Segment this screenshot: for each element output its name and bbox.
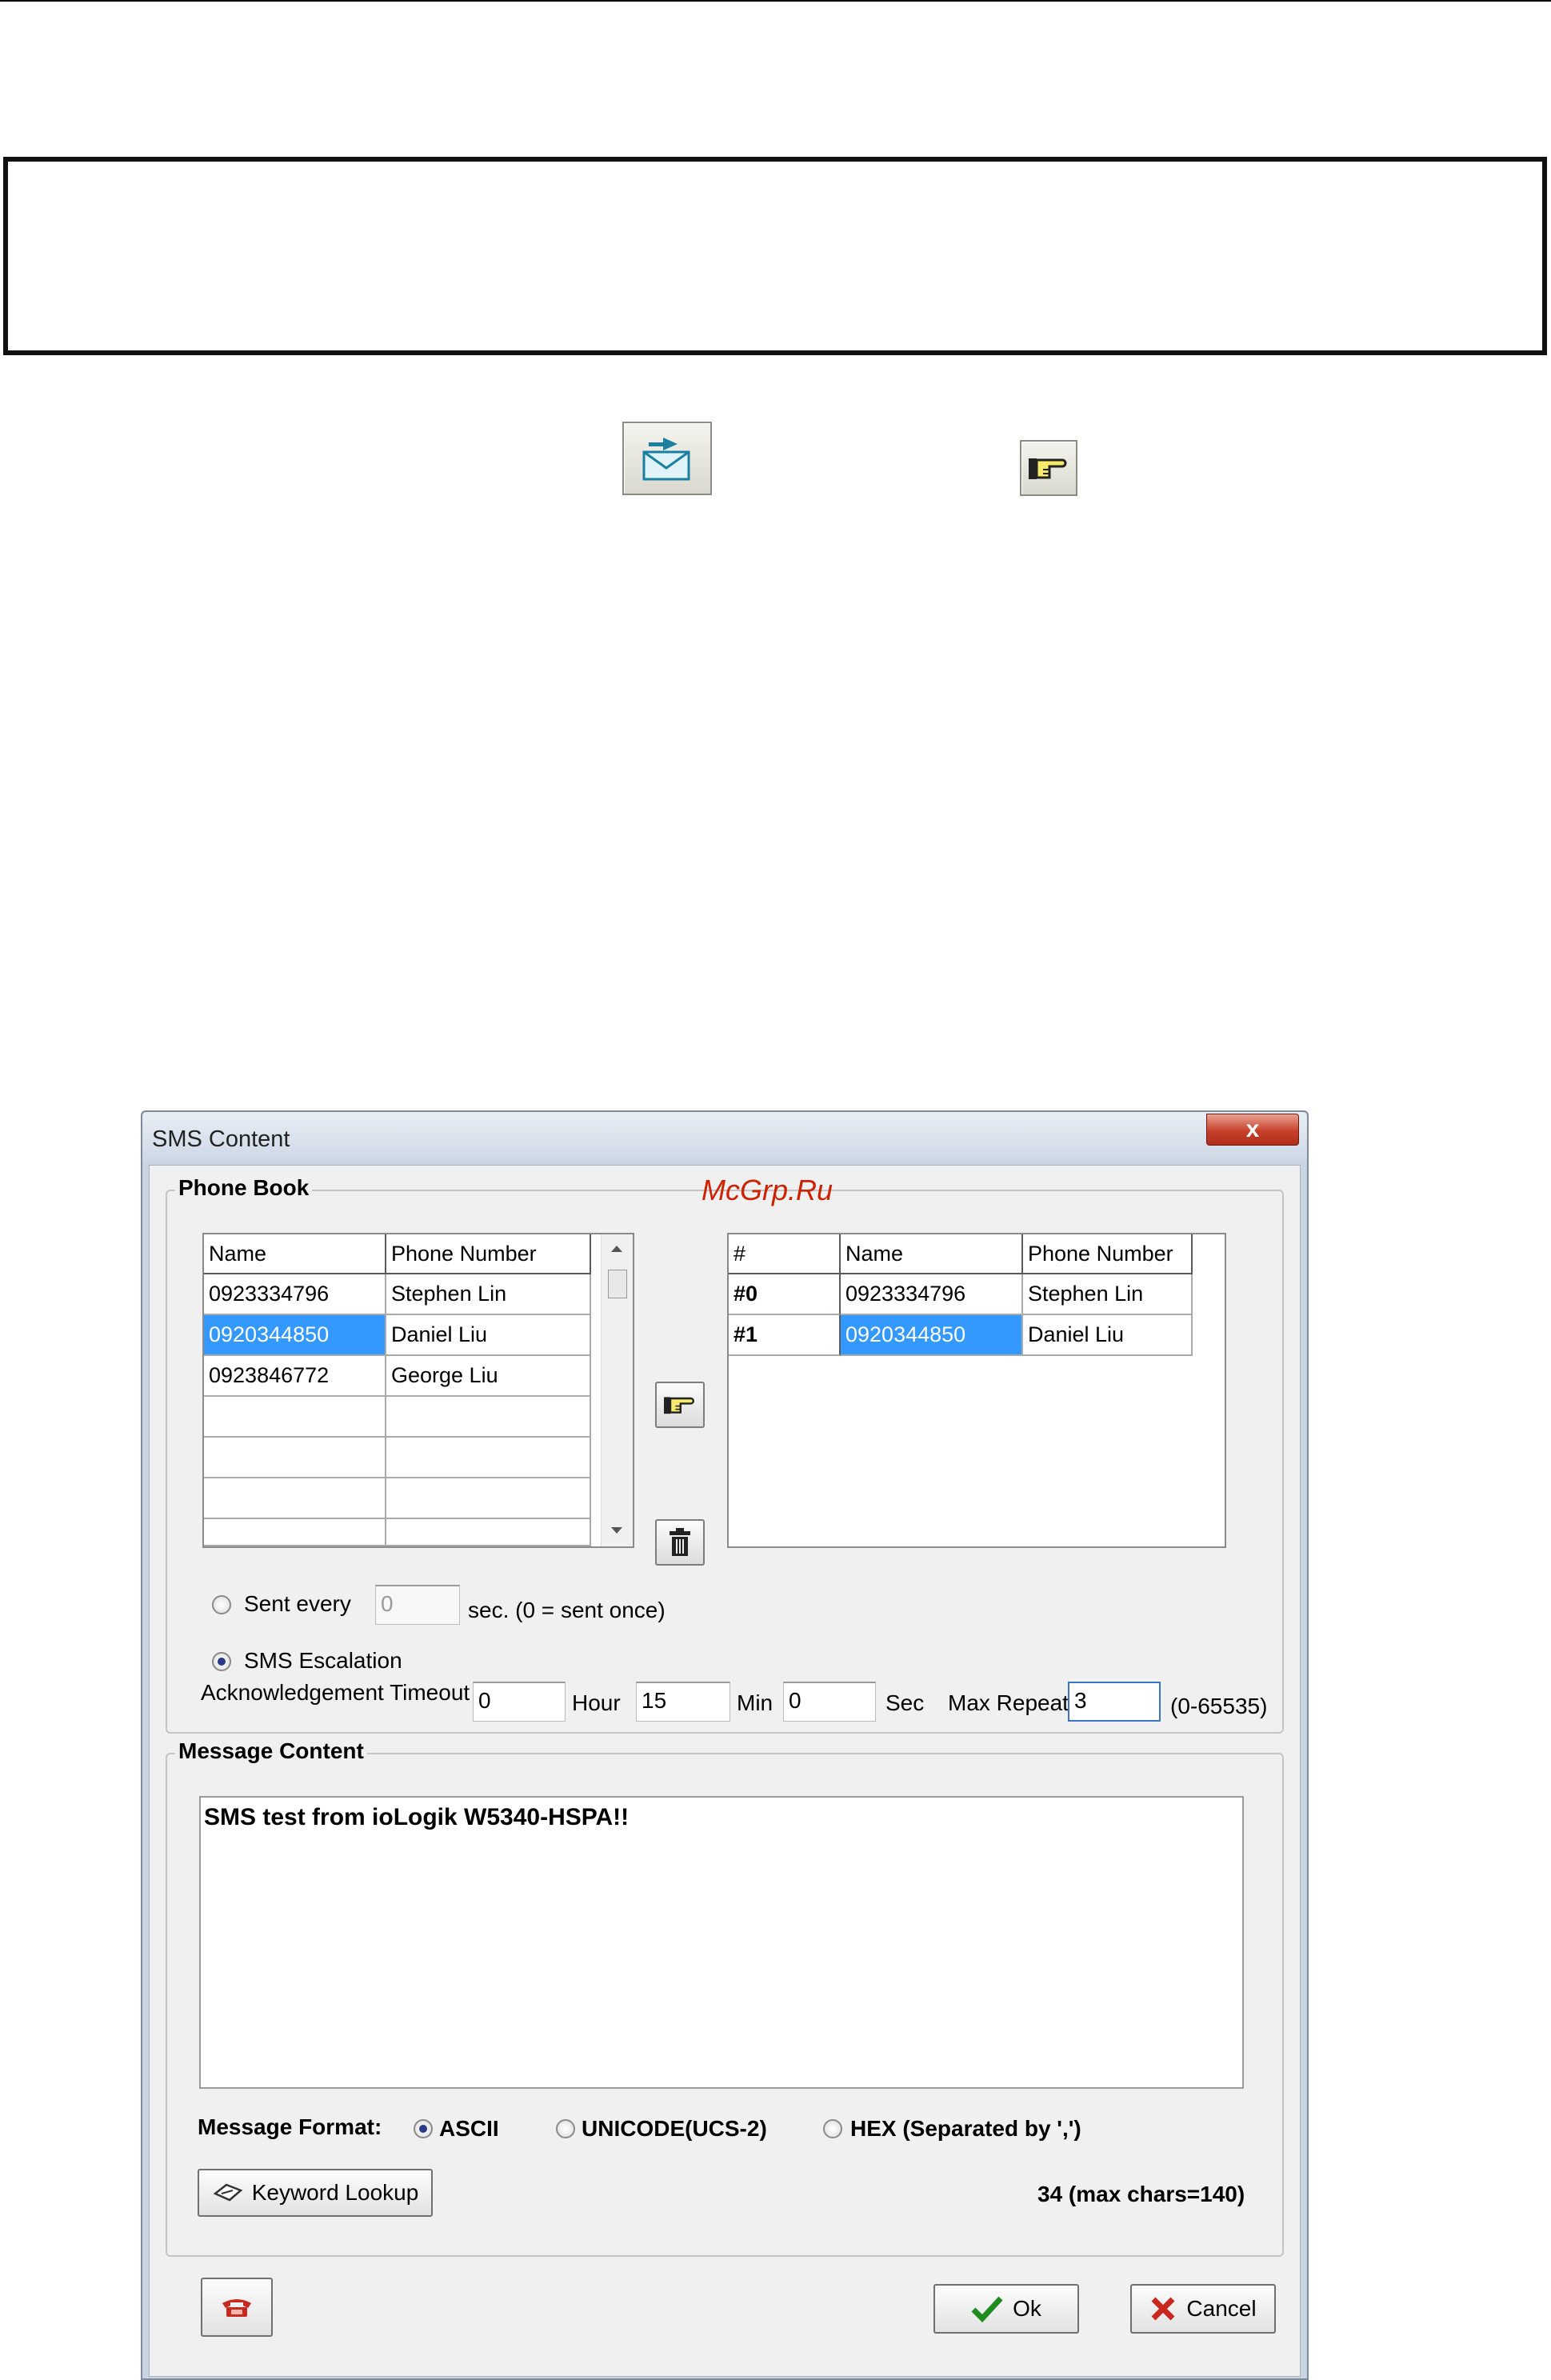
checkmark-icon	[971, 2296, 1003, 2322]
sms-escalation-radio[interactable]	[212, 1652, 231, 1671]
close-button[interactable]: x	[1206, 1114, 1299, 1146]
column-header-number[interactable]: #	[729, 1234, 841, 1274]
recipient-row-1-name[interactable]: 0920344850	[841, 1315, 1023, 1356]
table-row-empty[interactable]	[204, 1438, 386, 1478]
sms-escalation-label: SMS Escalation	[244, 1648, 402, 1673]
hour-label: Hour	[572, 1690, 621, 1715]
keyword-lookup-label: Keyword Lookup	[251, 2180, 419, 2205]
message-format-label: Message Format:	[198, 2114, 382, 2139]
column-header-name[interactable]: Name	[841, 1234, 1023, 1274]
ok-label: Ok	[1013, 2296, 1041, 2321]
max-repeat-label: Max Repeat	[948, 1690, 1069, 1715]
format-hex-label: HEX (Separated by ',')	[850, 2116, 1081, 2141]
table-row-empty[interactable]	[386, 1478, 591, 1519]
phone-book-list[interactable]: Name Phone Number 0923334796 Stephen Lin…	[202, 1233, 634, 1548]
recipient-row-1-phone[interactable]: Daniel Liu	[1023, 1315, 1193, 1356]
format-unicode-label: UNICODE(UCS-2)	[582, 2116, 767, 2141]
message-content-title: Message Content	[175, 1738, 367, 1764]
scroll-up-arrow-icon[interactable]	[611, 1246, 622, 1252]
dialog-body: Phone Book McGrp.Ru Name Phone Number 09…	[149, 1165, 1301, 2377]
cancel-button[interactable]: Cancel	[1130, 2284, 1276, 2334]
table-row-2-name[interactable]: 0923846772	[204, 1356, 386, 1397]
recipient-row-0-index[interactable]: #0	[729, 1274, 841, 1315]
telephone-icon	[222, 2299, 251, 2317]
recipient-list[interactable]: # Name Phone Number #0 0923334796 Stephe…	[727, 1233, 1226, 1548]
sent-every-hint: sec. (0 = sent once)	[468, 1598, 666, 1622]
phone-button[interactable]	[201, 2278, 273, 2337]
sent-every-input[interactable]: 0	[375, 1585, 460, 1625]
table-row-2-phone[interactable]: George Liu	[386, 1356, 591, 1397]
table-row-empty[interactable]	[386, 1438, 591, 1478]
message-textarea[interactable]: SMS test from ioLogik W5340-HSPA!!	[199, 1796, 1244, 2089]
column-header-phone-number[interactable]: Phone Number	[386, 1234, 591, 1274]
phone-book-title: Phone Book	[175, 1175, 313, 1201]
char-count: 34 (max chars=140)	[1037, 2182, 1245, 2206]
min-label: Min	[737, 1690, 774, 1715]
keyword-lookup-icon	[213, 2183, 243, 2202]
sms-content-dialog: SMS Content x Phone Book McGrp.Ru Name P…	[141, 1110, 1309, 2380]
table-row-empty[interactable]	[386, 1397, 591, 1438]
trash-icon	[670, 1528, 690, 1556]
send-sms-icon	[622, 422, 712, 495]
format-hex-radio[interactable]	[823, 2119, 842, 2138]
top-rule	[0, 0, 1551, 2]
column-header-phone-number[interactable]: Phone Number	[1023, 1234, 1193, 1274]
min-input[interactable]: 15	[636, 1682, 730, 1722]
sec-input[interactable]: 0	[783, 1682, 876, 1722]
pointing-hand-icon	[664, 1397, 694, 1414]
recipient-row-1-index[interactable]: #1	[729, 1315, 841, 1356]
watermark: McGrp.Ru	[702, 1174, 833, 1206]
format-ascii-label: ASCII	[439, 2116, 499, 2141]
add-recipient-button[interactable]	[655, 1382, 705, 1428]
message-text: SMS test from ioLogik W5340-HSPA!!	[204, 1804, 630, 1830]
sec-label: Sec	[885, 1690, 925, 1715]
scroll-down-arrow-icon[interactable]	[611, 1527, 622, 1534]
remove-recipient-button[interactable]	[655, 1519, 705, 1566]
table-row-1-phone[interactable]: Daniel Liu	[386, 1315, 591, 1356]
table-row-empty[interactable]	[204, 1478, 386, 1519]
keyword-lookup-button[interactable]: Keyword Lookup	[198, 2169, 433, 2217]
max-repeat-input[interactable]: 3	[1068, 1682, 1161, 1722]
dialog-titlebar: SMS Content x	[142, 1112, 1307, 1162]
add-recipient-icon	[1020, 440, 1077, 496]
table-row-1-name[interactable]: 0920344850	[204, 1315, 386, 1356]
note-box	[3, 157, 1547, 355]
cancel-label: Cancel	[1186, 2296, 1257, 2321]
table-row-0-name[interactable]: 0923334796	[204, 1274, 386, 1315]
table-row-0-phone[interactable]: Stephen Lin	[386, 1274, 591, 1315]
column-header-name[interactable]: Name	[204, 1234, 386, 1274]
format-ascii-radio[interactable]	[414, 2119, 433, 2138]
recipient-row-0-name[interactable]: 0923334796	[841, 1274, 1023, 1315]
ok-button[interactable]: Ok	[933, 2284, 1079, 2334]
max-repeat-range: (0-65535)	[1170, 1694, 1268, 1718]
table-row-empty[interactable]	[204, 1519, 386, 1546]
dialog-title: SMS Content	[152, 1126, 290, 1152]
table-row-empty[interactable]	[386, 1519, 591, 1546]
ack-timeout-label: Acknowledgement Timeout	[201, 1680, 470, 1705]
vertical-scrollbar[interactable]	[601, 1234, 633, 1546]
cancel-x-icon	[1151, 2297, 1175, 2321]
sent-every-label: Sent every	[244, 1591, 351, 1616]
hour-input[interactable]: 0	[473, 1682, 566, 1722]
format-unicode-radio[interactable]	[556, 2119, 575, 2138]
recipient-row-0-phone[interactable]: Stephen Lin	[1023, 1274, 1193, 1315]
table-row-empty[interactable]	[204, 1397, 386, 1438]
scroll-thumb[interactable]	[608, 1270, 627, 1298]
sent-every-radio[interactable]	[212, 1595, 231, 1614]
